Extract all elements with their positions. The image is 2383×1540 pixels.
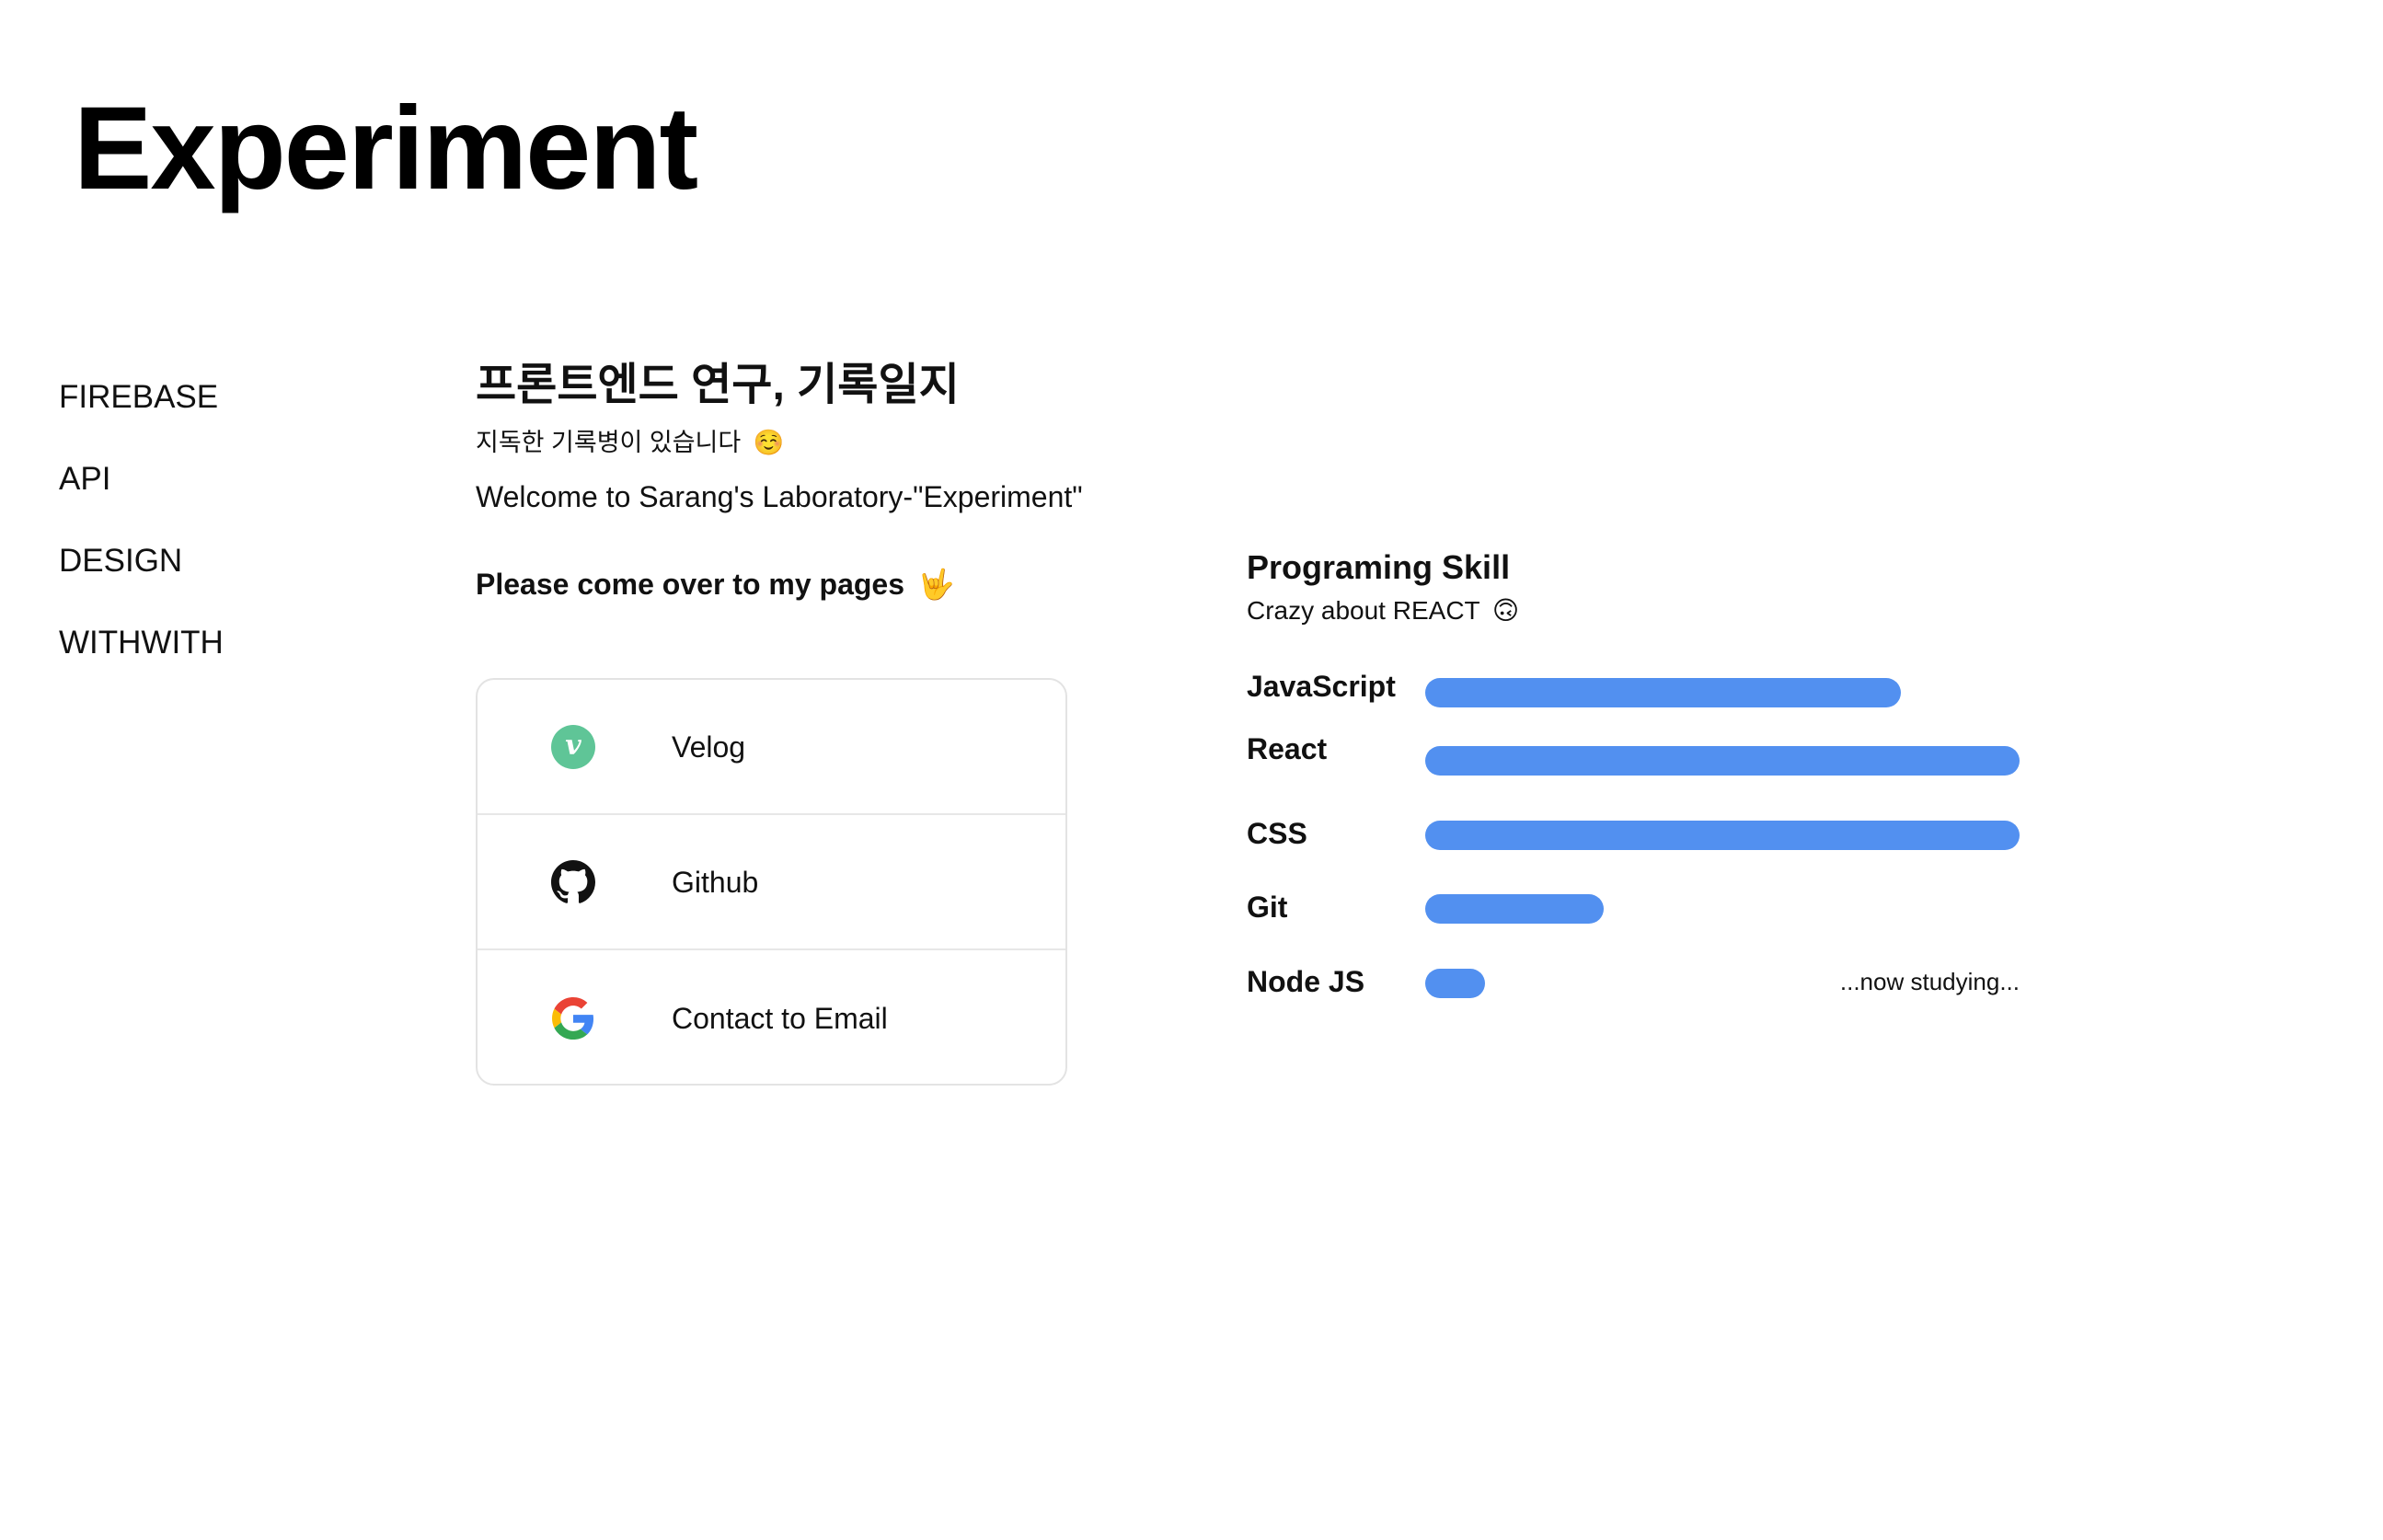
- welcome-text: Welcome to Sarang's Laboratory-"Experime…: [476, 480, 1083, 513]
- link-email-label: Contact to Email: [672, 1001, 888, 1035]
- pages-cta-text: Please come over to my pages: [476, 568, 904, 601]
- skill-name: Git: [1247, 891, 1288, 924]
- link-card: v Velog Github Contact to Email: [476, 678, 1067, 1086]
- skill-name: JavaScript: [1247, 670, 1396, 703]
- skill-track: [1425, 678, 2020, 707]
- skill-name: React: [1247, 732, 1328, 765]
- skill-row-javascript: JavaScript: [1247, 666, 2029, 707]
- skill-bar: [1425, 678, 1901, 707]
- sidebar-nav: FIREBASE API DESIGN WITHWITH: [59, 377, 390, 705]
- skill-bar: [1425, 821, 2020, 850]
- love-you-gesture-emoji-icon: 🤟: [917, 568, 955, 601]
- intro-subtitle-text: 지독한 기록병이 있습니다: [476, 429, 742, 456]
- intro-heading: 프론트엔드 연구, 기록일지: [476, 361, 960, 409]
- skills-title: Programing Skill: [1247, 548, 1511, 586]
- link-velog[interactable]: v Velog: [478, 680, 1065, 815]
- skill-note: ...now studying...: [1839, 968, 2020, 995]
- skill-name: Node JS: [1247, 965, 1365, 998]
- sidebar-item-design[interactable]: DESIGN: [59, 541, 390, 581]
- velog-badge: v: [551, 724, 595, 769]
- velog-icon: v: [550, 724, 596, 770]
- github-icon: [550, 859, 596, 905]
- smiling-face-emoji-icon: ☺️: [753, 429, 785, 456]
- skill-name: CSS: [1247, 817, 1307, 850]
- sidebar-item-withwith[interactable]: WITHWITH: [59, 623, 390, 663]
- skill-bar: [1425, 894, 1604, 924]
- skill-row-nodejs: Node JS ...now studying...: [1247, 961, 2029, 1002]
- page-title: Experiment: [74, 83, 698, 214]
- skill-track: [1425, 821, 2020, 850]
- intro-section: 프론트엔드 연구, 기록일지 지독한 기록병이 있습니다 ☺️ Welcome …: [476, 357, 1230, 603]
- skills-section: Programing Skill Crazy about REACT 🙃 Jav…: [1247, 546, 2029, 998]
- intro-subtitle: 지독한 기록병이 있습니다 ☺️: [476, 427, 1230, 458]
- link-github[interactable]: Github: [478, 815, 1065, 950]
- link-github-label: Github: [672, 865, 759, 899]
- google-icon: [550, 995, 596, 1041]
- link-email[interactable]: Contact to Email: [478, 950, 1065, 1084]
- skill-bar: [1425, 969, 1485, 998]
- skill-row-git: Git: [1247, 887, 2029, 927]
- skill-track: [1425, 894, 2020, 924]
- skill-bar: [1425, 746, 2020, 776]
- skill-row-react: React: [1247, 729, 2029, 776]
- skill-row-css: CSS: [1247, 813, 2029, 854]
- skills-subtitle-text: Crazy about REACT: [1247, 596, 1480, 625]
- upside-down-face-emoji-icon: 🙃: [1491, 596, 1520, 625]
- sidebar-item-api[interactable]: API: [59, 459, 390, 500]
- sidebar-item-firebase[interactable]: FIREBASE: [59, 377, 390, 418]
- link-velog-label: Velog: [672, 730, 746, 764]
- skills-subtitle: Crazy about REACT 🙃: [1247, 594, 2029, 627]
- skill-track: [1425, 746, 2020, 776]
- pages-cta: Please come over to my pages 🤟: [476, 566, 1230, 603]
